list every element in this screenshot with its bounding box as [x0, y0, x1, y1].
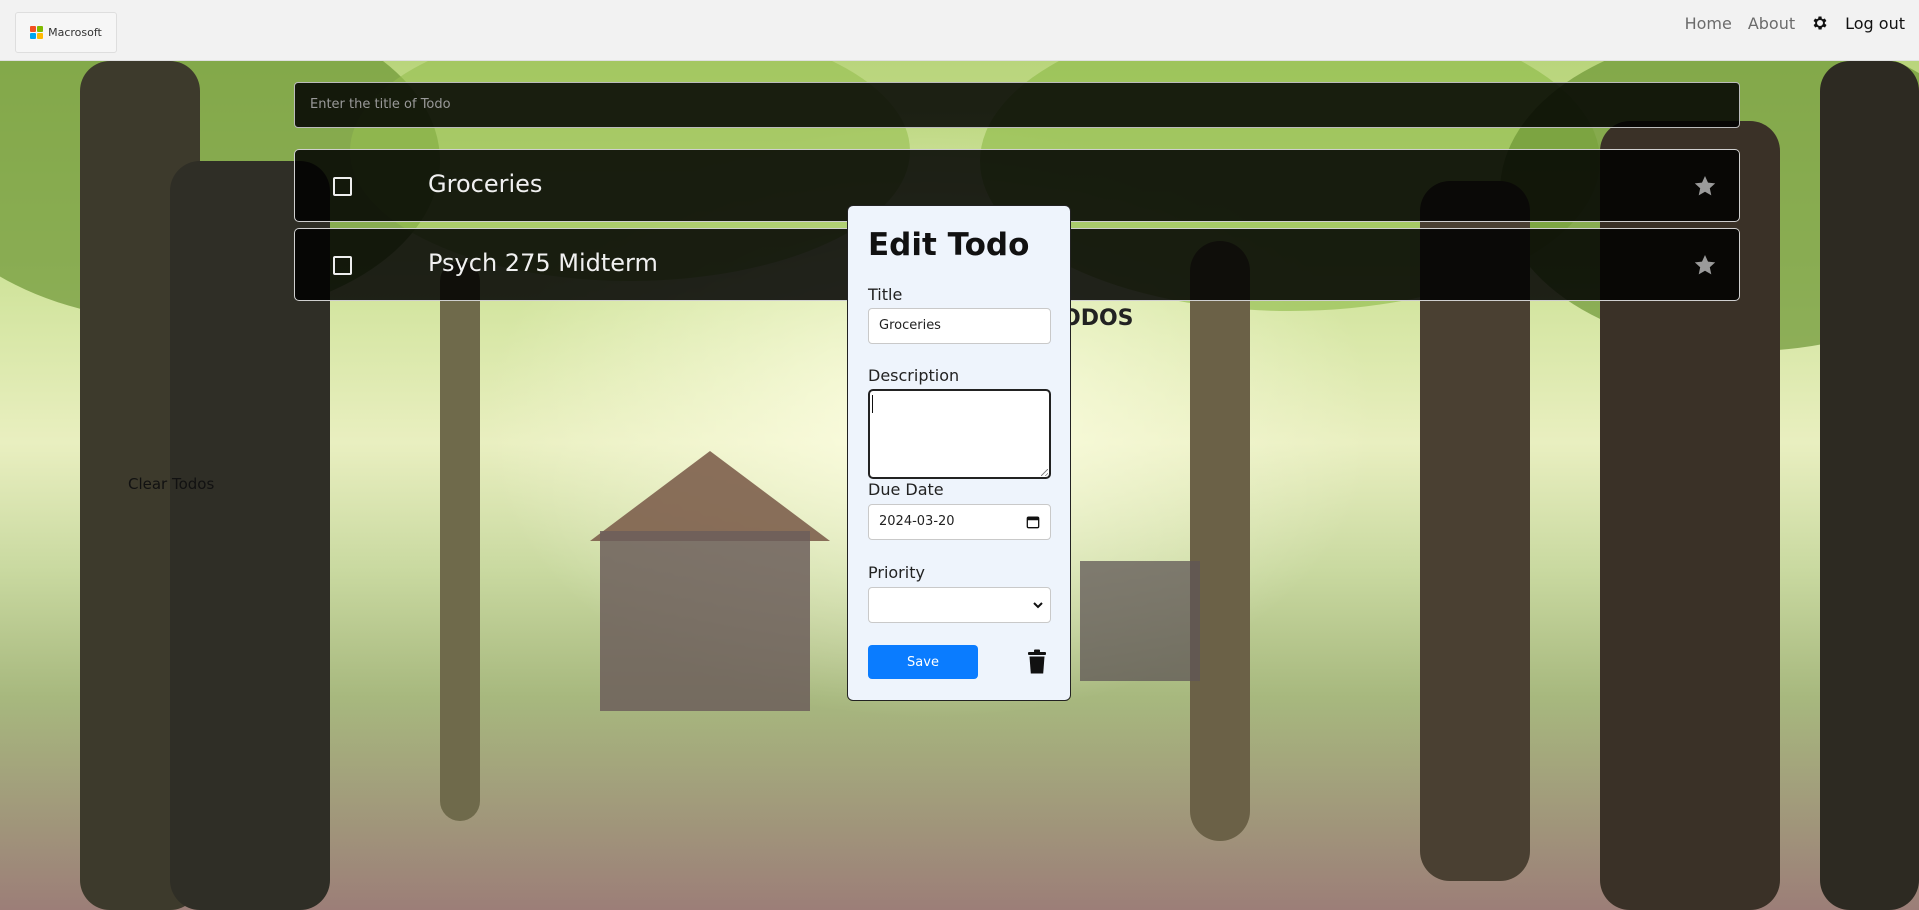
save-button[interactable]: Save: [868, 645, 978, 679]
nav-about-link[interactable]: About: [1748, 14, 1795, 33]
trash-icon[interactable]: [1026, 649, 1048, 675]
todo-checkbox[interactable]: [333, 177, 352, 196]
logo[interactable]: Macrosoft: [15, 12, 117, 53]
clear-todos-button[interactable]: Clear Todos: [128, 475, 214, 493]
gear-icon[interactable]: [1811, 14, 1829, 32]
title-label: Title: [868, 285, 903, 304]
section-heading: ODOS: [1062, 306, 1134, 331]
logo-text: Macrosoft: [48, 26, 102, 39]
nav-home-link[interactable]: Home: [1685, 14, 1732, 33]
priority-label: Priority: [868, 563, 925, 582]
logo-icon: [30, 25, 44, 40]
star-icon[interactable]: [1693, 174, 1717, 198]
due-date-label: Due Date: [868, 480, 944, 499]
todo-title-input[interactable]: Enter the title of Todo: [294, 82, 1740, 128]
todo-title[interactable]: Psych 275 Midterm: [428, 249, 658, 277]
resize-handle-icon[interactable]: [1041, 469, 1048, 476]
nav: Home About Log out: [1685, 12, 1905, 34]
due-date-field[interactable]: 2024-03-20: [868, 504, 1051, 540]
due-date-value: 2024-03-20: [879, 514, 955, 529]
todo-title[interactable]: Groceries: [428, 170, 542, 198]
calendar-icon[interactable]: [1026, 515, 1040, 529]
chevron-down-icon: [1033, 602, 1043, 609]
edit-todo-modal: Edit Todo Title Groceries Description Du…: [847, 205, 1071, 701]
description-label: Description: [868, 366, 960, 385]
star-icon[interactable]: [1693, 253, 1717, 277]
title-field[interactable]: Groceries: [868, 308, 1051, 344]
top-bar: Macrosoft Home About Log out: [0, 0, 1919, 61]
description-field[interactable]: [868, 389, 1051, 479]
priority-select[interactable]: [868, 587, 1051, 623]
todo-checkbox[interactable]: [333, 256, 352, 275]
modal-title: Edit Todo: [868, 227, 1030, 263]
logout-link[interactable]: Log out: [1845, 14, 1905, 33]
